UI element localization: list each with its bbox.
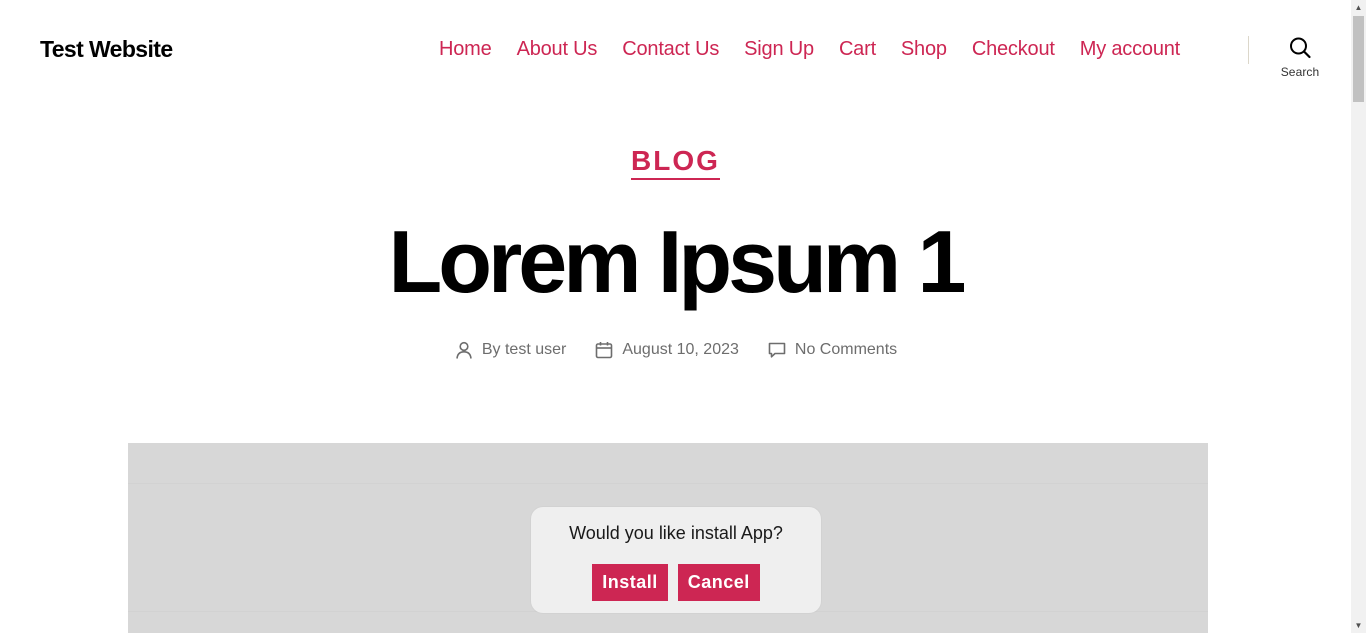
nav-item-home[interactable]: Home (439, 38, 492, 61)
nav-item-cart[interactable]: Cart (839, 38, 876, 61)
scroll-up-arrow-icon[interactable]: ▲ (1351, 0, 1366, 15)
vertical-scrollbar[interactable]: ▲ ▼ (1351, 0, 1366, 633)
post-title: Lorem Ipsum 1 (388, 212, 967, 311)
nav-item-sign-up[interactable]: Sign Up (744, 38, 814, 61)
post-author: By test user (454, 340, 566, 360)
author-link[interactable]: By test user (482, 341, 566, 359)
nav-item-contact-us[interactable]: Contact Us (622, 38, 719, 61)
page: Test Website Home About Us Contact Us Si… (0, 0, 1351, 633)
comment-icon (768, 342, 786, 358)
calendar-icon (596, 342, 613, 359)
install-app-buttons: Install Cancel (531, 564, 821, 601)
post-meta: By test user August 10, 2023 No Comments (0, 340, 1351, 360)
scroll-down-arrow-icon[interactable]: ▼ (1351, 618, 1366, 633)
scrollbar-thumb[interactable] (1353, 16, 1364, 102)
install-button[interactable]: Install (592, 564, 668, 601)
post-category: BLOG (0, 145, 1351, 180)
nav-divider (1248, 36, 1249, 64)
featured-image-detail (128, 483, 1208, 484)
category-link-blog[interactable]: BLOG (631, 145, 720, 180)
nav-item-my-account[interactable]: My account (1080, 38, 1180, 61)
user-icon (456, 341, 472, 359)
search-icon (1290, 37, 1311, 59)
search-toggle-button[interactable]: Search (1272, 36, 1328, 80)
install-app-dialog: Would you like install App? Install Canc… (531, 507, 821, 613)
comments-link[interactable]: No Comments (795, 341, 897, 359)
nav-item-shop[interactable]: Shop (901, 38, 947, 61)
date-link[interactable]: August 10, 2023 (622, 341, 739, 359)
post-comments: No Comments (767, 340, 897, 360)
post-date: August 10, 2023 (594, 340, 739, 360)
search-label: Search (1280, 65, 1320, 79)
primary-nav: Home About Us Contact Us Sign Up Cart Sh… (439, 38, 1180, 61)
site-title[interactable]: Test Website (40, 36, 173, 63)
nav-item-checkout[interactable]: Checkout (972, 38, 1055, 61)
nav-item-about-us[interactable]: About Us (517, 38, 598, 61)
install-app-message: Would you like install App? (569, 523, 783, 543)
cancel-button[interactable]: Cancel (677, 564, 760, 601)
